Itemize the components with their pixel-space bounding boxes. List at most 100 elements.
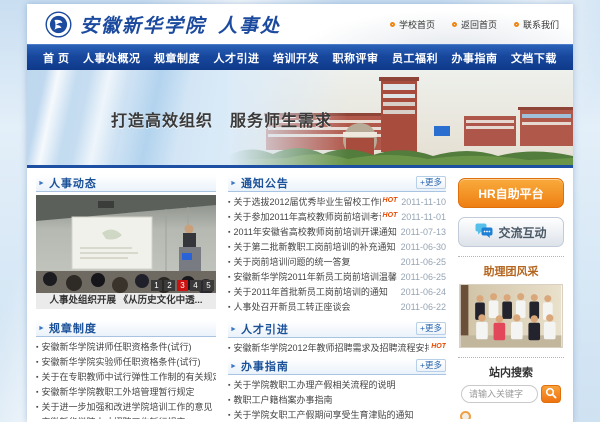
- bullet-icon: ▪: [228, 393, 230, 408]
- pager-2[interactable]: 2: [164, 280, 175, 291]
- list-item[interactable]: ▪关于选拔2012届优秀毕业生留校工作的通知HOT2011-11-10: [228, 195, 446, 210]
- more-button[interactable]: +更多: [416, 176, 446, 189]
- arrow-icon: ►: [230, 363, 237, 370]
- nav-item-training[interactable]: 培训开发: [273, 50, 319, 66]
- dotted-divider: [458, 256, 564, 257]
- item-date: 2011-06-25: [397, 255, 446, 270]
- top-link-return-home[interactable]: 返回首页: [452, 18, 497, 31]
- bullet-icon: ▪: [228, 225, 230, 240]
- site-search-title: 站内搜索: [458, 364, 564, 380]
- search-input[interactable]: [461, 385, 538, 403]
- list-item[interactable]: ▪安徽新华学院教职工外培管理暂行规定: [36, 385, 216, 400]
- nav-item-title-review[interactable]: 职称评审: [332, 50, 378, 66]
- nav-item-overview[interactable]: 人事处概况: [83, 50, 141, 66]
- pager-5[interactable]: 5: [203, 280, 214, 291]
- interact-button[interactable]: 交流互动: [458, 217, 564, 247]
- list-item[interactable]: ▪教职工户籍档案办事指南: [228, 393, 446, 408]
- pager-3-active[interactable]: 3: [177, 280, 188, 291]
- regulations-list: ▪安徽新华学院讲师任职资格条件(试行) ▪安徽新华学院实验师任职资格条件(试行)…: [36, 340, 216, 419]
- bullet-icon: ▪: [36, 355, 38, 370]
- nav-item-home[interactable]: 首 页: [43, 50, 70, 66]
- column-middle: ► 通知公告 +更多 ▪关于选拔2012届优秀毕业生留校工作的通知HOT2011…: [228, 175, 446, 419]
- site-title-dept: 人事处: [218, 15, 281, 37]
- column-right: HR自助平台 交流互动 助理团风采: [458, 175, 564, 419]
- arrow-icon: ►: [38, 325, 45, 332]
- nav-item-benefits[interactable]: 员工福利: [392, 50, 438, 66]
- top-link-school-home[interactable]: 学校首页: [390, 18, 435, 31]
- top-bar: 安徽新华学院人事处 学校首页 返回首页 联系我们: [27, 4, 573, 44]
- bullet-icon: ▪: [228, 300, 230, 315]
- top-links: 学校首页 返回首页 联系我们: [390, 18, 559, 31]
- list-item[interactable]: ▪人事处召开新员工转正座谈会2011-06-22: [228, 300, 446, 315]
- slideshow-caption[interactable]: 人事处组织开展 《从历史文化中透...: [36, 293, 216, 309]
- list-item[interactable]: ▪关于参加2011年高校教师岗前培训考试的通知HOT2011-11-01: [228, 210, 446, 225]
- university-logo-icon: [45, 11, 72, 38]
- partial-bottom-icon: [460, 411, 471, 419]
- site-title-main: 安徽新华学院: [80, 15, 206, 37]
- page-background: 安徽新华学院人事处 学校首页 返回首页 联系我们 首 页 人事处概况 规章制度 …: [0, 0, 600, 422]
- list-item[interactable]: ▪关于学院女职工产假期间享受生育津贴的通知: [228, 408, 446, 419]
- hr-self-service-button[interactable]: HR自助平台: [458, 178, 564, 208]
- top-link-contact-us[interactable]: 联系我们: [514, 18, 559, 31]
- list-item[interactable]: ▪安徽新华学院实验师任职资格条件(试行): [36, 355, 216, 370]
- section-header-news: ► 人事动态: [36, 175, 216, 192]
- bullet-icon: ▪: [228, 195, 230, 210]
- section-title: 办事指南: [241, 358, 289, 374]
- list-item[interactable]: ▪关于在专职教师中试行弹性工作制的有关规定: [36, 370, 216, 385]
- item-date: 2011-06-24: [397, 285, 446, 300]
- bullet-icon: ▪: [228, 285, 230, 300]
- item-date: 2011-06-30: [397, 240, 446, 255]
- item-date: 2011-11-10: [397, 195, 446, 210]
- list-item[interactable]: ▪2011年安徽省高校教师岗前培训开课通知2011-07-13: [228, 225, 446, 240]
- team-photo-title: 助理团风采: [458, 263, 564, 279]
- orange-dot-icon: [452, 22, 457, 27]
- nav-item-downloads[interactable]: 文档下载: [511, 50, 557, 66]
- bullet-icon: ▪: [36, 340, 38, 355]
- brand: 安徽新华学院人事处: [45, 11, 281, 38]
- lecture-photo: [36, 195, 216, 293]
- item-date: 2011-06-25: [397, 270, 446, 285]
- section-title: 人才引进: [241, 321, 289, 337]
- pager-4[interactable]: 4: [190, 280, 201, 291]
- arrow-icon: ►: [230, 326, 237, 333]
- pager-1[interactable]: 1: [151, 280, 162, 291]
- nav-item-guide[interactable]: 办事指南: [451, 50, 497, 66]
- search-button[interactable]: [541, 385, 561, 403]
- item-date: 2011-06-22: [397, 300, 446, 315]
- bullet-icon: ▪: [36, 400, 38, 415]
- hot-badge: HOT: [431, 341, 446, 354]
- list-item[interactable]: ▪关于2011年首批新员工岗前培训的通知2011-06-24: [228, 285, 446, 300]
- site-title: 安徽新华学院人事处: [80, 11, 281, 38]
- list-item[interactable]: ▪安徽新华学院讲师任职资格条件(试行): [36, 340, 216, 355]
- main-content: ► 人事动态: [27, 168, 573, 419]
- column-left: ► 人事动态: [36, 175, 216, 419]
- dotted-divider: [458, 357, 564, 358]
- section-header-recruit: ► 人才引进 +更多: [228, 321, 446, 338]
- list-item[interactable]: ▪关于第二批新教职工岗前培训的补充通知2011-06-30: [228, 240, 446, 255]
- list-item[interactable]: ▪安徽新华学院2012年教师招聘需求及招聘流程安排HOT: [228, 341, 446, 356]
- nav-item-recruitment[interactable]: 人才引进: [214, 50, 260, 66]
- recruit-list: ▪安徽新华学院2012年教师招聘需求及招聘流程安排HOT: [228, 341, 446, 356]
- slideshow-pager: 1 2 3 4 5: [151, 280, 214, 291]
- bullet-icon: ▪: [228, 255, 230, 270]
- list-item[interactable]: ▪关于岗前培训问题的统一答复2011-06-25: [228, 255, 446, 270]
- hot-badge: HOT: [383, 210, 398, 223]
- list-item[interactable]: ▪关于学院教职工办理产假相关流程的说明: [228, 378, 446, 393]
- orange-dot-icon: [514, 22, 519, 27]
- more-button[interactable]: +更多: [416, 322, 446, 335]
- bullet-icon: ▪: [36, 385, 38, 400]
- section-title: 通知公告: [241, 175, 289, 191]
- list-item[interactable]: ▪安徽新华学院人才招聘工作暂行规定: [36, 415, 216, 419]
- hot-badge: HOT: [383, 195, 398, 208]
- more-button[interactable]: +更多: [416, 359, 446, 372]
- news-slideshow: 1 2 3 4 5 人事处组织开展 《从历史文化中透...: [36, 195, 216, 309]
- nav-item-regulations[interactable]: 规章制度: [154, 50, 200, 66]
- list-item[interactable]: ▪安徽新华学院2011年新员工岗前培训温馨提示2011-06-25: [228, 270, 446, 285]
- section-title: 规章制度: [49, 320, 97, 336]
- list-item[interactable]: ▪关于进一步加强和改进学院培训工作的意见: [36, 400, 216, 415]
- section-title: 人事动态: [49, 175, 97, 191]
- content-container: 安徽新华学院人事处 学校首页 返回首页 联系我们 首 页 人事处概况 规章制度 …: [27, 4, 573, 422]
- main-nav: 首 页 人事处概况 规章制度 人才引进 培训开发 职称评审 员工福利 办事指南 …: [27, 44, 573, 70]
- bullet-icon: ▪: [228, 240, 230, 255]
- bullet-icon: ▪: [228, 270, 230, 285]
